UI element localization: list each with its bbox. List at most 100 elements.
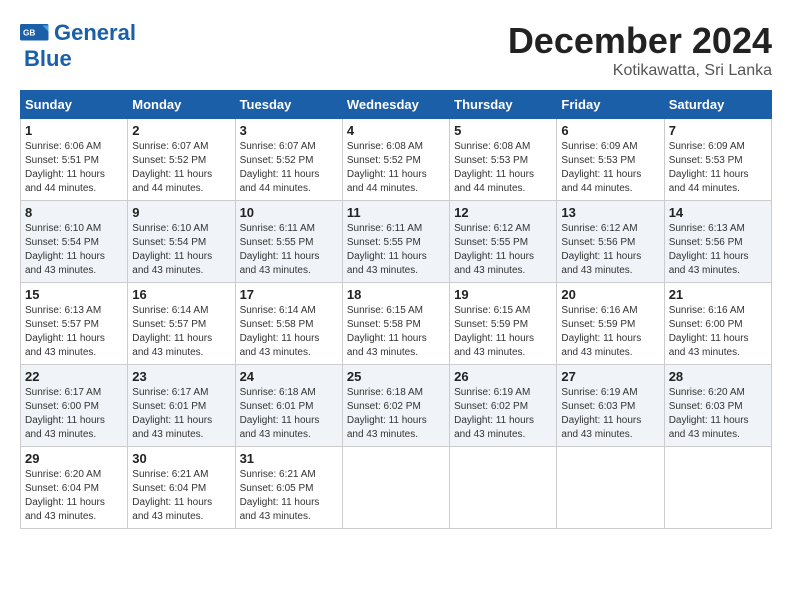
calendar-cell: 18Sunrise: 6:15 AMSunset: 5:58 PMDayligh…: [342, 283, 449, 365]
logo-icon: GB: [20, 24, 50, 42]
day-info: Sunrise: 6:17 AMSunset: 6:00 PMDaylight:…: [25, 386, 123, 442]
calendar-cell: 28 Sunrise: 6:20 AMSunset: 6:03 PMDayligh…: [664, 365, 771, 447]
calendar-cell: 8Sunrise: 6:10 AMSunset: 5:54 PMDaylight…: [21, 201, 128, 283]
day-number: 15: [25, 287, 123, 302]
day-number: 14: [669, 205, 767, 220]
calendar-cell: 3Sunrise: 6:07 AMSunset: 5:52 PMDaylight…: [235, 119, 342, 201]
calendar-cell: 15 Sunrise: 6:13 AMSunset: 5:57 PMDayligh…: [21, 283, 128, 365]
day-number: 9: [132, 205, 230, 220]
week-row-4: 22 Sunrise: 6:17 AMSunset: 6:00 PMDayligh…: [21, 365, 772, 447]
day-info: Sunrise: 6:07 AMSunset: 5:52 PMDaylight:…: [132, 140, 230, 196]
day-number: 31: [240, 451, 338, 466]
day-number: 22: [25, 369, 123, 384]
day-number: 2: [132, 123, 230, 138]
calendar-cell: 11 Sunrise: 6:11 AMSunset: 5:55 PMDayligh…: [342, 201, 449, 283]
weekday-header-saturday: Saturday: [664, 91, 771, 119]
logo: GB General Blue: [20, 20, 136, 72]
svg-text:GB: GB: [23, 28, 35, 37]
weekday-header-wednesday: Wednesday: [342, 91, 449, 119]
calendar-cell: 6 Sunrise: 6:09 AMSunset: 5:53 PMDaylight…: [557, 119, 664, 201]
day-info: Sunrise: 6:18 AMSunset: 6:02 PMDaylight:…: [347, 386, 445, 442]
day-number: 29: [25, 451, 123, 466]
day-number: 26: [454, 369, 552, 384]
day-info: Sunrise: 6:09 AMSunset: 5:53 PMDaylight:…: [561, 140, 659, 196]
day-number: 21: [669, 287, 767, 302]
day-info: Sunrise: 6:20 AMSunset: 6:03 PMDaylight:…: [669, 386, 767, 442]
calendar-cell: 22 Sunrise: 6:17 AMSunset: 6:00 PMDayligh…: [21, 365, 128, 447]
weekday-header-monday: Monday: [128, 91, 235, 119]
calendar-cell: 13 Sunrise: 6:12 AMSunset: 5:56 PMDayligh…: [557, 201, 664, 283]
weekday-header-tuesday: Tuesday: [235, 91, 342, 119]
calendar-cell: 19Sunrise: 6:15 AMSunset: 5:59 PMDayligh…: [450, 283, 557, 365]
weekday-header-friday: Friday: [557, 91, 664, 119]
day-info: Sunrise: 6:18 AMSunset: 6:01 PMDaylight:…: [240, 386, 338, 442]
day-info: Sunrise: 6:07 AMSunset: 5:52 PMDaylight:…: [240, 140, 338, 196]
day-info: Sunrise: 6:10 AMSunset: 5:54 PMDaylight:…: [132, 222, 230, 278]
week-row-3: 15 Sunrise: 6:13 AMSunset: 5:57 PMDayligh…: [21, 283, 772, 365]
day-number: 5: [454, 123, 552, 138]
calendar-cell: 4Sunrise: 6:08 AMSunset: 5:52 PMDaylight…: [342, 119, 449, 201]
day-number: 12: [454, 205, 552, 220]
day-number: 25: [347, 369, 445, 384]
day-info: Sunrise: 6:20 AMSunset: 6:04 PMDaylight:…: [25, 468, 123, 524]
day-info: Sunrise: 6:13 AMSunset: 5:57 PMDaylight:…: [25, 304, 123, 360]
calendar-cell: 5 Sunrise: 6:08 AMSunset: 5:53 PMDaylight…: [450, 119, 557, 201]
title-area: December 2024 Kotikawatta, Sri Lanka: [508, 20, 772, 80]
day-info: Sunrise: 6:16 AMSunset: 5:59 PMDaylight:…: [561, 304, 659, 360]
day-info: Sunrise: 6:19 AMSunset: 6:03 PMDaylight:…: [561, 386, 659, 442]
calendar-cell: 23Sunrise: 6:17 AMSunset: 6:01 PMDayligh…: [128, 365, 235, 447]
day-info: Sunrise: 6:21 AMSunset: 6:04 PMDaylight:…: [132, 468, 230, 524]
calendar-cell: [450, 447, 557, 529]
day-info: Sunrise: 6:12 AMSunset: 5:56 PMDaylight:…: [561, 222, 659, 278]
day-number: 1: [25, 123, 123, 138]
weekday-header-sunday: Sunday: [21, 91, 128, 119]
weekday-header-thursday: Thursday: [450, 91, 557, 119]
calendar-cell: 27 Sunrise: 6:19 AMSunset: 6:03 PMDayligh…: [557, 365, 664, 447]
calendar-cell: 29 Sunrise: 6:20 AMSunset: 6:04 PMDayligh…: [21, 447, 128, 529]
day-info: Sunrise: 6:10 AMSunset: 5:54 PMDaylight:…: [25, 222, 123, 278]
day-info: Sunrise: 6:19 AMSunset: 6:02 PMDaylight:…: [454, 386, 552, 442]
day-number: 6: [561, 123, 659, 138]
day-info: Sunrise: 6:06 AMSunset: 5:51 PMDaylight:…: [25, 140, 123, 196]
day-number: 30: [132, 451, 230, 466]
calendar-cell: [664, 447, 771, 529]
day-number: 4: [347, 123, 445, 138]
day-info: Sunrise: 6:13 AMSunset: 5:56 PMDaylight:…: [669, 222, 767, 278]
calendar-cell: 7 Sunrise: 6:09 AMSunset: 5:53 PMDaylight…: [664, 119, 771, 201]
day-number: 18: [347, 287, 445, 302]
weekday-header-row: SundayMondayTuesdayWednesdayThursdayFrid…: [21, 91, 772, 119]
day-number: 13: [561, 205, 659, 220]
day-number: 7: [669, 123, 767, 138]
day-info: Sunrise: 6:08 AMSunset: 5:53 PMDaylight:…: [454, 140, 552, 196]
day-number: 27: [561, 369, 659, 384]
calendar-cell: 2 Sunrise: 6:07 AMSunset: 5:52 PMDaylight…: [128, 119, 235, 201]
day-number: 11: [347, 205, 445, 220]
day-number: 24: [240, 369, 338, 384]
calendar-cell: 9 Sunrise: 6:10 AMSunset: 5:54 PMDaylight…: [128, 201, 235, 283]
day-info: Sunrise: 6:14 AMSunset: 5:58 PMDaylight:…: [240, 304, 338, 360]
week-row-2: 8Sunrise: 6:10 AMSunset: 5:54 PMDaylight…: [21, 201, 772, 283]
calendar-cell: [342, 447, 449, 529]
calendar-cell: 21 Sunrise: 6:16 AMSunset: 6:00 PMDayligh…: [664, 283, 771, 365]
calendar-cell: 1 Sunrise: 6:06 AMSunset: 5:51 PMDaylight…: [21, 119, 128, 201]
day-info: Sunrise: 6:11 AMSunset: 5:55 PMDaylight:…: [347, 222, 445, 278]
day-info: Sunrise: 6:11 AMSunset: 5:55 PMDaylight:…: [240, 222, 338, 278]
day-info: Sunrise: 6:16 AMSunset: 6:00 PMDaylight:…: [669, 304, 767, 360]
day-info: Sunrise: 6:09 AMSunset: 5:53 PMDaylight:…: [669, 140, 767, 196]
day-number: 16: [132, 287, 230, 302]
month-title: December 2024: [508, 20, 772, 62]
calendar-cell: 20Sunrise: 6:16 AMSunset: 5:59 PMDayligh…: [557, 283, 664, 365]
logo-text-blue: Blue: [24, 46, 72, 72]
day-number: 28: [669, 369, 767, 384]
calendar-cell: [557, 447, 664, 529]
logo-text-general: General: [54, 20, 136, 46]
day-info: Sunrise: 6:21 AMSunset: 6:05 PMDaylight:…: [240, 468, 338, 524]
calendar-cell: 12Sunrise: 6:12 AMSunset: 5:55 PMDayligh…: [450, 201, 557, 283]
location-title: Kotikawatta, Sri Lanka: [508, 62, 772, 80]
day-number: 17: [240, 287, 338, 302]
week-row-5: 29 Sunrise: 6:20 AMSunset: 6:04 PMDayligh…: [21, 447, 772, 529]
calendar-cell: 17 Sunrise: 6:14 AMSunset: 5:58 PMDayligh…: [235, 283, 342, 365]
calendar-cell: 26 Sunrise: 6:19 AMSunset: 6:02 PMDayligh…: [450, 365, 557, 447]
day-number: 23: [132, 369, 230, 384]
day-number: 19: [454, 287, 552, 302]
